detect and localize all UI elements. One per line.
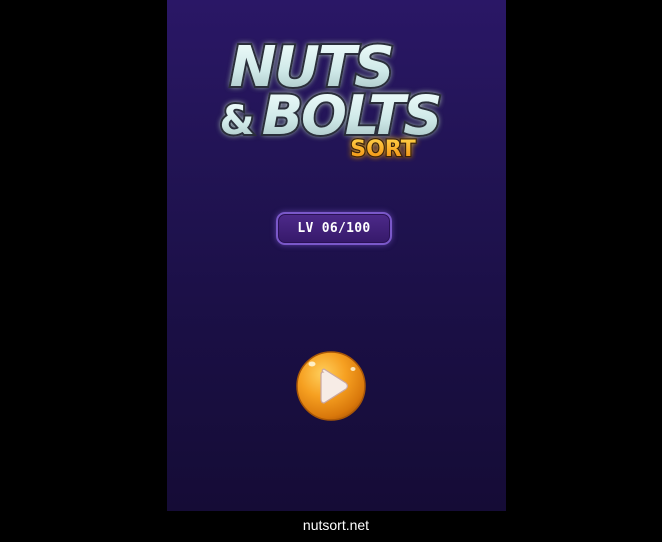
game-logo: NUTS & BOLTS SORT [211,28,463,162]
play-button[interactable] [295,350,367,422]
page: NUTS & BOLTS SORT LV 06/100 nutsort.net [0,0,662,542]
nuts-and-bolts-logo-icon: NUTS & BOLTS SORT [218,33,445,162]
game-canvas[interactable]: NUTS & BOLTS SORT LV 06/100 [167,0,506,511]
logo-ampersand: & [220,98,255,144]
play-icon [296,351,366,421]
site-url-caption: nutsort.net [302,517,370,533]
level-badge: LV 06/100 [276,212,392,245]
level-label: LV 06/100 [297,221,371,236]
logo-line-sort: SORT [350,137,416,162]
